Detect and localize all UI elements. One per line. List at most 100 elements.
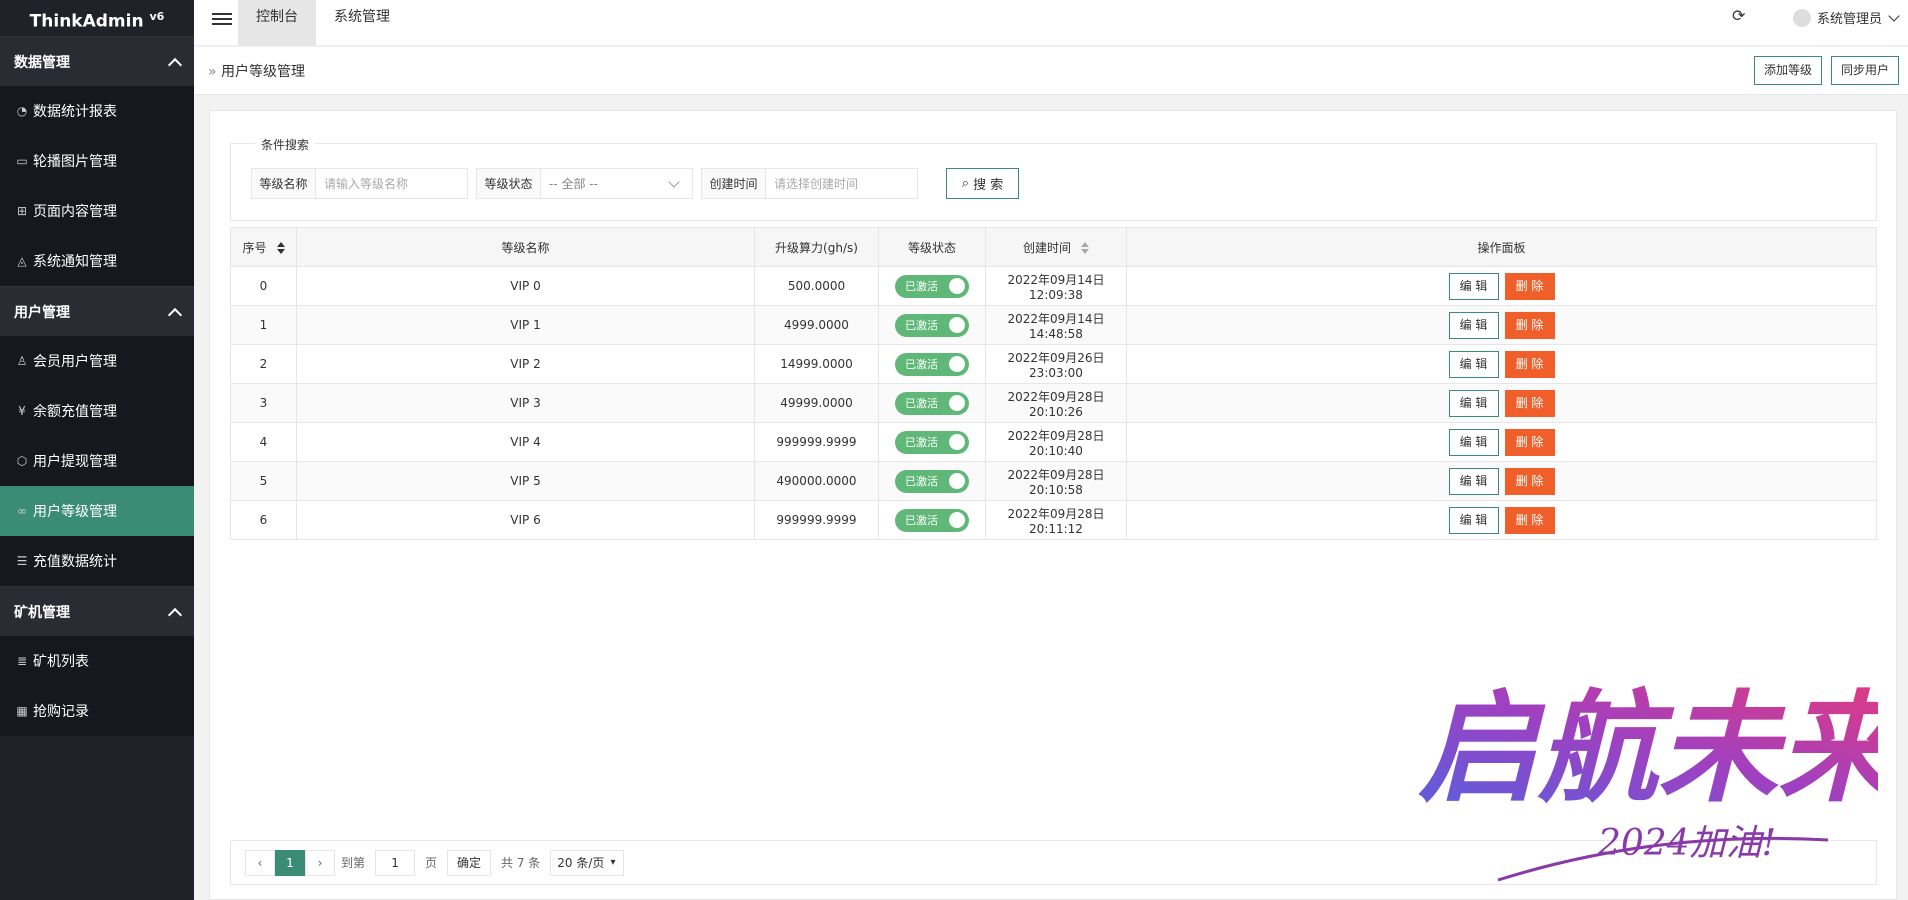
bell-icon: ◬ (17, 254, 27, 268)
logo-text: ThinkAdmin (29, 11, 144, 32)
cell-actions: 编 辑删 除 (1126, 383, 1877, 423)
sidebar-group[interactable]: 数据管理 (0, 36, 194, 86)
status-toggle[interactable]: 已激活 (895, 391, 969, 415)
user-menu[interactable]: 系统管理员 (1792, 8, 1900, 27)
status-toggle[interactable]: 已激活 (895, 430, 969, 454)
level-status-group: 等级状态 -- 全部 -- (476, 168, 693, 199)
menu-toggle-icon[interactable] (212, 10, 232, 30)
prev-page-icon[interactable]: ‹ (245, 849, 275, 876)
chevron-up-icon (167, 57, 183, 72)
cell-power: 14999.0000 (754, 344, 879, 384)
page-number-current[interactable]: 1 (275, 849, 305, 876)
cell-power: 999999.9999 (754, 422, 879, 462)
sidebar-item[interactable]: ⊞ 页面内容管理 (0, 186, 194, 236)
sidebar-item-label: 余额充值管理 (33, 404, 117, 420)
add-level-button[interactable]: 添加等级 (1753, 56, 1822, 85)
sidebar-group[interactable]: 矿机管理 (0, 586, 194, 636)
edit-button[interactable]: 编 辑 (1448, 467, 1499, 495)
cell-index: 6 (230, 500, 297, 540)
cell-actions: 编 辑删 除 (1126, 500, 1877, 540)
sync-users-button[interactable]: 同步用户 (1830, 56, 1899, 85)
sidebar-item[interactable]: ∞ 用户等级管理 (0, 486, 194, 536)
sort-icon[interactable] (1081, 242, 1089, 254)
edit-button[interactable]: 编 辑 (1448, 428, 1499, 456)
chevron-down-icon: ▾ (610, 857, 616, 868)
cell-name: VIP 0 (296, 266, 755, 306)
sidebar-item[interactable]: ☰ 充值数据统计 (0, 536, 194, 586)
cell-index: 1 (230, 305, 297, 345)
cell-actions: 编 辑删 除 (1126, 422, 1877, 462)
level-name-group: 等级名称 请输入等级名称 (251, 168, 468, 199)
goto-confirm-button[interactable]: 确定 (447, 849, 492, 876)
sidebar-group-label: 矿机管理 (14, 604, 70, 621)
delete-button[interactable]: 删 除 (1504, 506, 1555, 534)
delete-button[interactable]: 删 除 (1504, 389, 1555, 417)
app-logo[interactable]: ThinkAdmin v6 (0, 0, 194, 36)
status-toggle[interactable]: 已激活 (895, 352, 969, 376)
next-page-icon[interactable]: › (305, 849, 335, 876)
edit-button[interactable]: 编 辑 (1448, 350, 1499, 378)
col-index[interactable]: 序号 (230, 227, 297, 267)
top-header: 控制台 系统管理 ⟳ 系统管理员 (194, 0, 1908, 46)
table-row: 0 VIP 0 500.0000 已激活 2022年09月14日 12:09:38 编 辑… (230, 266, 1877, 306)
chevron-up-icon (167, 607, 183, 622)
delete-button[interactable]: 删 除 (1504, 350, 1555, 378)
delete-button[interactable]: 删 除 (1504, 272, 1555, 300)
refresh-icon[interactable]: ⟳ (1732, 8, 1748, 24)
edit-button[interactable]: 编 辑 (1448, 506, 1499, 534)
edit-button[interactable]: 编 辑 (1448, 389, 1499, 417)
status-toggle[interactable]: 已激活 (895, 313, 969, 337)
sidebar-item[interactable]: ⬡ 用户提现管理 (0, 436, 194, 486)
col-status: 等级状态 (878, 227, 986, 267)
page-size-select[interactable]: 20 条/页 ▾ (550, 849, 625, 876)
delete-button[interactable]: 删 除 (1504, 428, 1555, 456)
search-legend: 条件搜索 (255, 136, 316, 153)
delete-button[interactable]: 删 除 (1504, 467, 1555, 495)
search-icon: ⌕ (961, 176, 970, 191)
toggle-knob (949, 317, 965, 333)
cell-name: VIP 4 (296, 422, 755, 462)
cell-name: VIP 3 (296, 383, 755, 423)
cell-time: 2022年09月28日 20:11:12 (985, 500, 1127, 540)
sidebar-item[interactable]: ♙ 会员用户管理 (0, 336, 194, 386)
sidebar: ThinkAdmin v6 数据管理 ◔ 数据统计报表 ▭ 轮播图片管理 ⊞ 页面内容管理 ◬… (0, 0, 194, 900)
sidebar-item[interactable]: ◔ 数据统计报表 (0, 86, 194, 136)
sidebar-item-label: 充值数据统计 (33, 554, 117, 570)
table-row: 4 VIP 4 999999.9999 已激活 2022年09月28日 20:10:40… (230, 422, 1877, 462)
sidebar-item[interactable]: ¥ 余额充值管理 (0, 386, 194, 436)
tab-system[interactable]: 系统管理 (316, 0, 408, 46)
level-status-select[interactable]: -- 全部 -- (541, 169, 692, 198)
cell-status: 已激活 (878, 383, 986, 423)
double-chevron-icon: » (208, 64, 217, 80)
cell-index: 0 (230, 266, 297, 306)
sidebar-item[interactable]: ≣ 矿机列表 (0, 636, 194, 686)
col-time[interactable]: 创建时间 (985, 227, 1127, 267)
search-button[interactable]: ⌕ 搜 索 (946, 168, 1019, 199)
sidebar-item[interactable]: ◬ 系统通知管理 (0, 236, 194, 286)
delete-button[interactable]: 删 除 (1504, 311, 1555, 339)
sort-icon[interactable] (276, 242, 285, 254)
sidebar-group[interactable]: 用户管理 (0, 286, 194, 336)
sidebar-item[interactable]: ▭ 轮播图片管理 (0, 136, 194, 186)
sidebar-item[interactable]: ▦ 抢购记录 (0, 686, 194, 736)
tab-console[interactable]: 控制台 (238, 0, 316, 46)
cell-time: 2022年09月28日 20:10:26 (985, 383, 1127, 423)
col-actions: 操作面板 (1126, 227, 1877, 267)
create-time-input[interactable]: 请选择创建时间 (766, 169, 858, 198)
status-toggle[interactable]: 已激活 (895, 274, 969, 298)
chevron-down-icon (1888, 9, 1900, 22)
col-name: 等级名称 (296, 227, 755, 267)
status-toggle[interactable]: 已激活 (895, 469, 969, 493)
cell-index: 3 (230, 383, 297, 423)
goto-label: 到第 (341, 856, 366, 870)
cell-actions: 编 辑删 除 (1126, 344, 1877, 384)
yen-icon: ¥ (18, 404, 26, 418)
cell-time: 2022年09月28日 20:10:40 (985, 422, 1127, 462)
edit-button[interactable]: 编 辑 (1448, 311, 1499, 339)
goto-page-input[interactable]: 1 (375, 849, 416, 876)
sidebar-item-label: 会员用户管理 (33, 354, 117, 370)
cell-index: 4 (230, 422, 297, 462)
level-name-input[interactable]: 请输入等级名称 (316, 169, 408, 198)
status-toggle[interactable]: 已激活 (895, 508, 969, 532)
edit-button[interactable]: 编 辑 (1448, 272, 1499, 300)
